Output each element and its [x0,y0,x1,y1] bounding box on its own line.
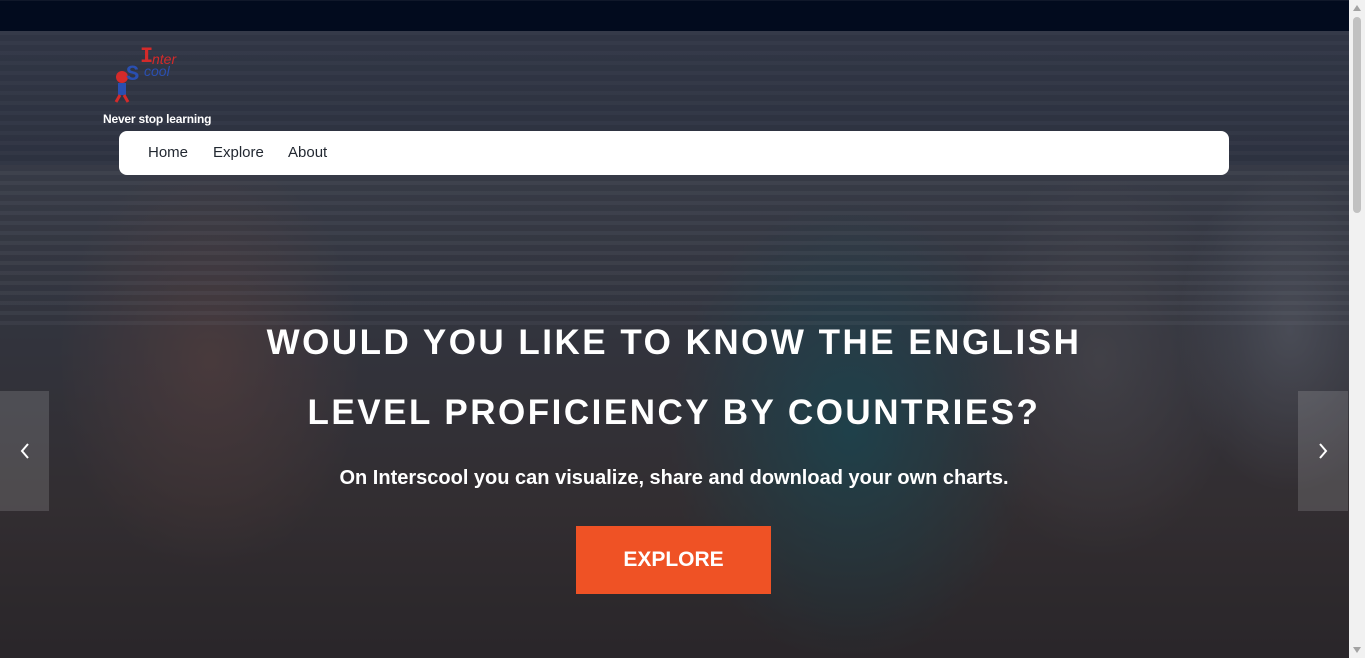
scroll-up-arrow[interactable] [1349,0,1365,16]
main-nav: Home Explore About [119,131,1229,175]
scroll-down-arrow[interactable] [1349,642,1365,658]
explore-button[interactable]: EXPLORE [576,526,771,594]
scroll-thumb[interactable] [1353,17,1361,213]
nav-explore-link[interactable]: Explore [213,144,264,161]
top-bar [0,0,1349,32]
nav-home-link[interactable]: Home [148,144,188,161]
chevron-right-icon [1319,443,1328,459]
page-scrollbar[interactable] [1349,0,1365,658]
hero-headline-line2: LEVEL PROFICIENCY BY COUNTRIES? [307,393,1041,432]
carousel-prev-button[interactable] [0,391,49,511]
logo-letter-s: S [126,62,139,87]
hero-headline: WOULD YOU LIKE TO KNOW THE ENGLISH LEVEL… [174,308,1174,448]
brand-tagline: Never stop learning [103,112,212,126]
interscool-logo[interactable]: I nter S cool [108,42,200,106]
triangle-up-icon [1353,5,1361,11]
triangle-down-icon [1353,647,1361,653]
nav-about-link[interactable]: About [288,144,327,161]
chevron-left-icon [20,443,29,459]
carousel-next-button[interactable] [1298,391,1348,511]
hero-subheadline: On Interscool you can visualize, share a… [339,467,1009,489]
logo-word-bottom: cool [144,63,171,79]
hero-headline-line1: WOULD YOU LIKE TO KNOW THE ENGLISH [266,323,1082,362]
